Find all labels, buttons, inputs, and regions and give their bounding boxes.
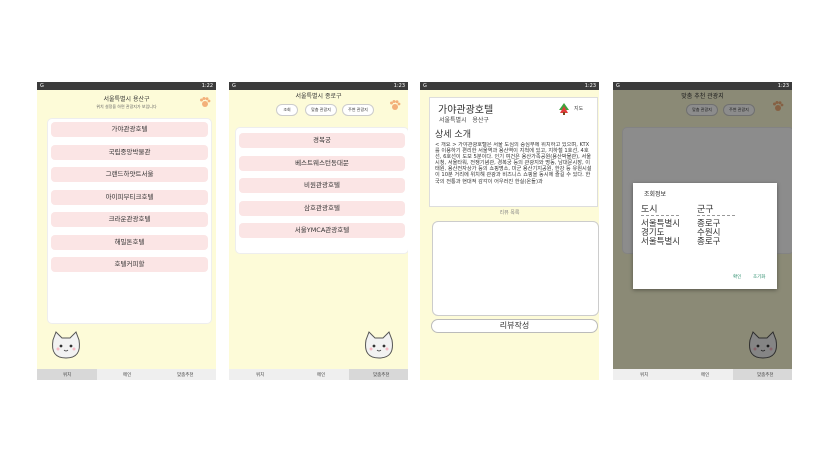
reset-button[interactable]: 초기화 (753, 274, 765, 280)
nearby-tour-button[interactable]: 주변 관광지 (342, 104, 374, 116)
place-location: 서울특별시 용산구 (439, 117, 489, 124)
status-bar: G 1:23 (420, 82, 599, 90)
confirm-button[interactable]: 확인 (733, 274, 741, 280)
nav-main[interactable]: 메인 (123, 372, 131, 378)
list-item[interactable]: 베스트웨스턴동대문 (239, 156, 405, 171)
map-marker-icon[interactable] (557, 102, 571, 116)
nav-location[interactable]: 위치 (640, 372, 648, 378)
clock: 1:23 (777, 83, 789, 89)
screen-main: G 1:23 서울특별시 종로구 조회 맞춤 관광지 주변 관광지 경복궁 베스… (229, 82, 408, 380)
clock: 1:23 (393, 83, 405, 89)
list-item[interactable]: 그랜드하얏트서울 (51, 167, 208, 182)
status-bar: G 1:23 (229, 82, 408, 90)
list-item[interactable]: 호텔커피할 (51, 257, 208, 272)
screen-recommend: G 1:23 맞춤 추천 관광지 맞춤 관광지 주변 관광지 위치 메인 맞춤추… (613, 82, 792, 380)
review-list (432, 221, 599, 316)
section-title: 상세 소개 (435, 130, 471, 140)
list-item[interactable]: 크라운관광호텔 (51, 212, 208, 227)
page-title: 서울특별시 용산구 (103, 96, 150, 103)
screen-detail: G 1:23 가야관광호텔 서울특별시 용산구 지도 상세 소개 < 개요 > … (420, 82, 599, 380)
list-item[interactable]: 비원관광호텔 (239, 178, 405, 193)
write-review-button[interactable]: 리뷰작성 (431, 319, 598, 333)
app-notification-icon: G (232, 83, 236, 89)
list-item[interactable]: 해밀톤호텔 (51, 235, 208, 250)
clock: 1:23 (584, 83, 596, 89)
nav-main[interactable]: 메인 (317, 372, 325, 378)
cat-mascot-icon (52, 331, 80, 359)
district-value: 종로구 (697, 237, 721, 247)
app-notification-icon: G (40, 83, 44, 89)
app-notification-icon: G (423, 83, 427, 89)
bottom-nav: 위치 메인 맞춤추천 (613, 369, 792, 380)
description-text: < 개요 > 가야관광호텔은 서울 도심의 중심부에 위치하고 있으며, KTX… (435, 142, 592, 185)
list-item[interactable]: 가야관광호텔 (51, 122, 208, 137)
nav-location[interactable]: 위치 (63, 372, 71, 378)
tourist-list: 경복궁 베스트웨스턴동대문 비원관광호텔 삼호관광호텔 서울YMCA관광호텔 (235, 127, 408, 254)
cat-mascot-icon (365, 331, 393, 359)
screen-location: G 1:22 서울특별시 용산구 위치 설정을 하면 관광지가 보입니다 가야관… (37, 82, 216, 380)
map-label[interactable]: 지도 (574, 105, 583, 112)
tourist-list: 가야관광호텔 국립중앙박물관 그랜드하얏트서울 아이피부티크호텔 크라운관광호텔… (47, 118, 212, 324)
city-value: 서울특별시 (641, 237, 681, 247)
nav-recommend[interactable]: 맞춤추천 (373, 372, 390, 378)
header-divider (697, 215, 735, 216)
paw-icon[interactable] (199, 96, 211, 108)
bottom-nav: 위치 메인 맞춤추천 (229, 369, 408, 380)
page-subtitle: 위치 설정을 하면 관광지가 보입니다 (96, 104, 157, 109)
bottom-nav: 위치 메인 맞춤추천 (37, 369, 216, 380)
nav-recommend[interactable]: 맞춤추천 (177, 372, 194, 378)
clock: 1:22 (201, 83, 213, 89)
review-list-label: 리뷰 목록 (499, 210, 520, 216)
header-divider (641, 215, 679, 216)
detail-card: 가야관광호텔 서울특별시 용산구 지도 상세 소개 < 개요 > 가야관광호텔은… (429, 97, 598, 207)
status-bar: G 1:23 (613, 82, 792, 90)
list-item[interactable]: 경복궁 (239, 133, 405, 148)
list-item[interactable]: 국립중앙박물관 (51, 145, 208, 160)
paw-icon[interactable] (389, 99, 401, 111)
nav-main[interactable]: 메인 (701, 372, 709, 378)
search-button[interactable]: 조회 (276, 104, 298, 116)
page-title: 서울특별시 종로구 (295, 93, 342, 100)
app-notification-icon: G (616, 83, 620, 89)
list-item[interactable]: 아이피부티크호텔 (51, 190, 208, 205)
nav-recommend[interactable]: 맞춤추천 (757, 372, 774, 378)
city-header: 도시 (641, 205, 658, 215)
nav-location[interactable]: 위치 (256, 372, 264, 378)
list-item[interactable]: 삼호관광호텔 (239, 201, 405, 216)
lookup-dialog: 조회정보 도시 군구 서울특별시 경기도 서울특별시 종로구 수원시 종로구 확… (633, 183, 777, 289)
status-bar: G 1:22 (37, 82, 216, 90)
list-item[interactable]: 서울YMCA관광호텔 (239, 223, 405, 238)
dialog-title: 조회정보 (644, 191, 667, 198)
custom-tour-button[interactable]: 맞춤 관광지 (305, 104, 337, 116)
place-title: 가야관광호텔 (438, 105, 494, 116)
district-header: 군구 (697, 205, 714, 215)
